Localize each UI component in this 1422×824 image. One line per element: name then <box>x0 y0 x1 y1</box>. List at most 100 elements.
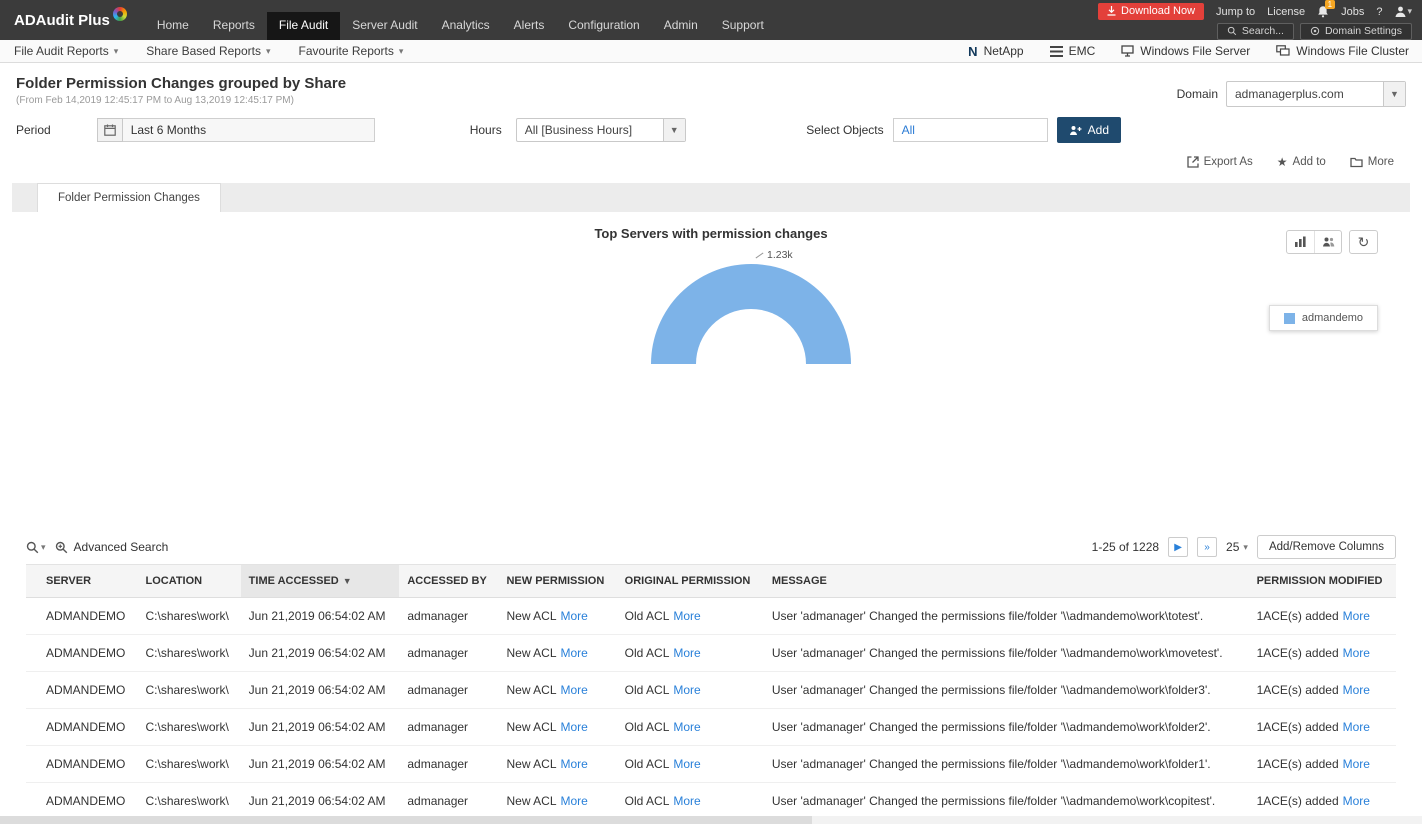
netapp-icon: N <box>968 43 978 59</box>
chevron-down-icon: ▾ <box>41 541 46 552</box>
col-server[interactable]: SERVER <box>26 564 138 598</box>
subnav-item-favourite-reports[interactable]: Favourite Reports ▾ <box>285 40 418 62</box>
new-permission-more-link[interactable]: More <box>561 609 588 623</box>
col-accessed-by[interactable]: ACCESSED BY <box>399 564 499 598</box>
chevron-down-icon: ▾ <box>1407 6 1412 16</box>
windows-file-cluster-tab[interactable]: Windows File Cluster <box>1263 44 1422 58</box>
jobs-link[interactable]: Jobs <box>1341 6 1364 18</box>
group-by-users-icon[interactable] <box>1314 231 1341 253</box>
cell-accessed-by: admanager <box>399 597 499 635</box>
hours-label: Hours <box>469 123 502 137</box>
permission-modified-more-link[interactable]: More <box>1343 757 1370 771</box>
calendar-button[interactable] <box>96 118 123 142</box>
original-permission-more-link[interactable]: More <box>673 683 700 697</box>
nav-item-analytics[interactable]: Analytics <box>430 12 502 40</box>
cell-new-permission: New ACL More <box>498 745 617 783</box>
subnav-item-share-based-reports[interactable]: Share Based Reports ▾ <box>132 40 284 62</box>
horizontal-scrollbar[interactable] <box>0 816 1422 824</box>
nav-item-server-audit[interactable]: Server Audit <box>340 12 429 40</box>
refresh-icon[interactable]: ↻ <box>1350 231 1377 253</box>
original-permission-more-link[interactable]: More <box>673 646 700 660</box>
donut-segment-admandemo[interactable] <box>651 264 851 364</box>
permission-modified-more-link[interactable]: More <box>1343 720 1370 734</box>
logo-swirl-icon <box>112 7 127 21</box>
new-permission-more-link[interactable]: More <box>561 646 588 660</box>
subnav-item-file-audit-reports[interactable]: File Audit Reports ▾ <box>0 40 132 62</box>
nav-item-configuration[interactable]: Configuration <box>556 12 651 40</box>
cell-time-accessed: Jun 21,2019 06:54:02 AM <box>240 597 400 635</box>
nav-item-home[interactable]: Home <box>145 12 201 40</box>
nav-item-file-audit[interactable]: File Audit <box>266 12 341 40</box>
netapp-tab[interactable]: N NetApp <box>955 44 1036 59</box>
new-permission-more-link[interactable]: More <box>561 720 588 734</box>
jump-to-link[interactable]: Jump to <box>1216 6 1255 18</box>
hours-select[interactable]: All [Business Hours] ▼ <box>515 118 686 142</box>
cell-permission-modified: 1ACE(s) added More <box>1248 634 1396 672</box>
permission-modified-more-link[interactable]: More <box>1343 609 1370 623</box>
add-objects-button[interactable]: Add <box>1056 117 1121 143</box>
col-message[interactable]: MESSAGE <box>763 564 1249 598</box>
table-row: ADMANDEMO C:\shares\work\ Jun 21,2019 06… <box>26 745 1396 783</box>
chart-type-button-group <box>1286 230 1342 254</box>
chart-legend-item[interactable]: admandemo <box>1268 305 1378 331</box>
help-button[interactable]: ? <box>1376 6 1382 18</box>
original-permission-more-link[interactable]: More <box>673 757 700 771</box>
select-objects-input[interactable]: All <box>892 118 1048 142</box>
permission-modified-more-link[interactable]: More <box>1343 794 1370 808</box>
cell-location: C:\shares\work\ <box>137 671 241 709</box>
domain-settings-button[interactable]: Domain Settings <box>1299 23 1412 40</box>
scrollbar-thumb[interactable] <box>0 816 812 824</box>
bar-chart-icon[interactable] <box>1287 231 1314 253</box>
period-input[interactable]: Last 6 Months <box>122 118 375 142</box>
add-remove-columns-button[interactable]: Add/Remove Columns <box>1256 535 1396 559</box>
col-location[interactable]: LOCATION <box>137 564 241 598</box>
user-menu-button[interactable]: ▾ <box>1394 5 1412 18</box>
cell-new-permission: New ACL More <box>498 782 617 820</box>
period-label: Period <box>16 123 51 137</box>
folder-icon <box>1350 157 1363 167</box>
nav-item-support[interactable]: Support <box>710 12 776 40</box>
more-actions-button[interactable]: More <box>1350 156 1394 168</box>
cell-time-accessed: Jun 21,2019 06:54:02 AM <box>240 671 400 709</box>
emc-tab[interactable]: EMC <box>1037 44 1109 58</box>
cell-original-permission: Old ACL More <box>616 671 764 709</box>
cell-permission-modified: 1ACE(s) added More <box>1248 708 1396 746</box>
last-page-button[interactable]: » <box>1197 537 1218 557</box>
search-button[interactable]: ▾ <box>26 541 46 554</box>
download-now-button[interactable]: Download Now <box>1098 3 1205 20</box>
app-logo[interactable]: ADAudit Plus <box>0 0 145 40</box>
table-toolbar: ▾ Advanced Search 1-25 of 1228 ▶ » 25 ▾ … <box>26 530 1396 564</box>
cell-accessed-by: admanager <box>399 782 499 820</box>
original-permission-more-link[interactable]: More <box>673 609 700 623</box>
add-to-button[interactable]: ★ Add to <box>1277 155 1326 169</box>
license-link[interactable]: License <box>1267 6 1305 18</box>
domain-select[interactable]: admanagerplus.com ▼ <box>1226 81 1406 107</box>
subnav-right: N NetApp EMC Windows File Server Windows… <box>955 44 1422 59</box>
new-permission-more-link[interactable]: More <box>561 757 588 771</box>
table-area: ▾ Advanced Search 1-25 of 1228 ▶ » 25 ▾ … <box>12 530 1410 820</box>
nav-item-admin[interactable]: Admin <box>652 12 710 40</box>
nav-item-alerts[interactable]: Alerts <box>502 12 557 40</box>
nav-item-reports[interactable]: Reports <box>201 12 267 40</box>
next-page-button[interactable]: ▶ <box>1168 537 1189 557</box>
col-permission-modified[interactable]: PERMISSION MODIFIED <box>1248 564 1396 598</box>
permission-modified-more-link[interactable]: More <box>1343 646 1370 660</box>
new-permission-more-link[interactable]: More <box>561 683 588 697</box>
col-time-accessed[interactable]: TIME ACCESSED ▼ <box>240 564 400 598</box>
tab-folder-permission-changes[interactable]: Folder Permission Changes <box>37 183 221 212</box>
global-search-button[interactable]: Search... <box>1216 23 1294 40</box>
original-permission-more-link[interactable]: More <box>673 794 700 808</box>
original-permission-more-link[interactable]: More <box>673 720 700 734</box>
cell-location: C:\shares\work\ <box>137 597 241 635</box>
col-original-permission[interactable]: ORIGINAL PERMISSION <box>616 564 764 598</box>
permission-modified-more-link[interactable]: More <box>1343 683 1370 697</box>
advanced-search-button[interactable]: Advanced Search <box>55 540 168 554</box>
export-as-button[interactable]: Export As <box>1186 156 1253 168</box>
notifications-button[interactable]: 1 <box>1317 0 1336 18</box>
table-row: ADMANDEMO C:\shares\work\ Jun 21,2019 06… <box>26 634 1396 672</box>
windows-file-server-tab[interactable]: Windows File Server <box>1108 44 1263 58</box>
cell-permission-modified: 1ACE(s) added More <box>1248 745 1396 783</box>
new-permission-more-link[interactable]: More <box>561 794 588 808</box>
page-size-select[interactable]: 25 ▾ <box>1226 540 1248 554</box>
col-new-permission[interactable]: NEW PERMISSION <box>498 564 617 598</box>
